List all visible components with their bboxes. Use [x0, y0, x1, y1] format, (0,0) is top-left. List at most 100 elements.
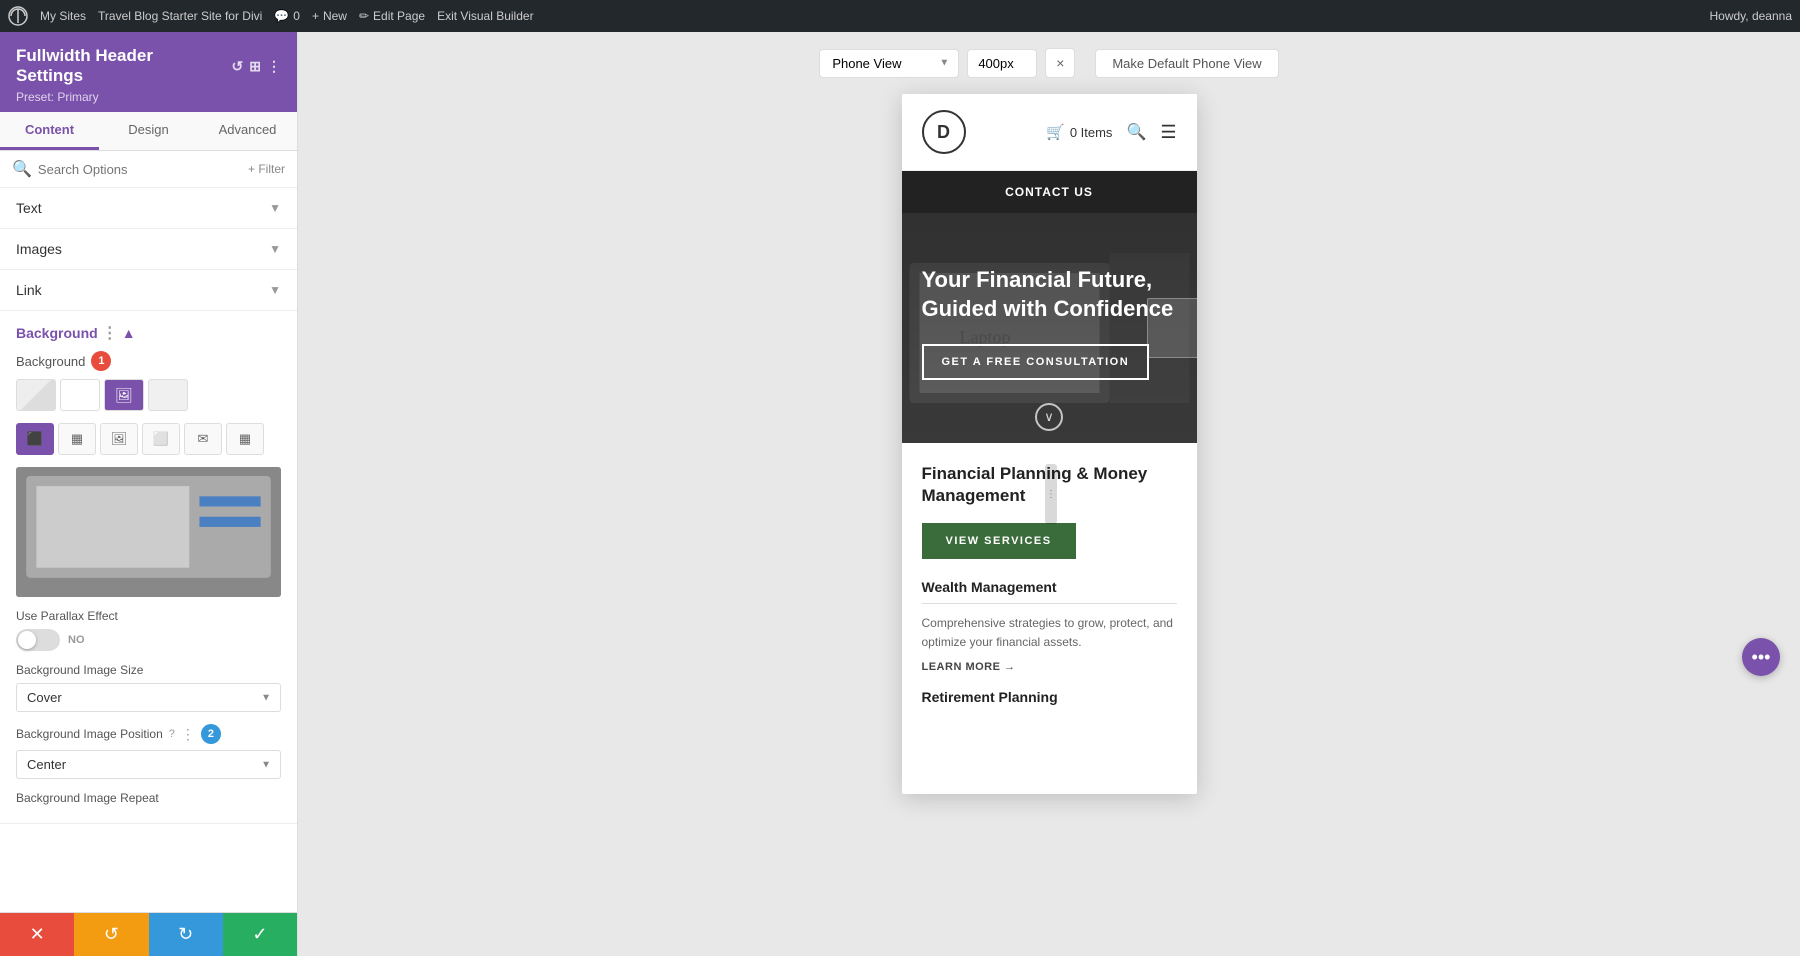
- comment-count[interactable]: 💬0: [274, 9, 300, 23]
- grid-icon[interactable]: ⊞: [249, 58, 261, 75]
- link-section-header[interactable]: Link ▼: [0, 270, 297, 310]
- link-section: Link ▼: [0, 270, 297, 311]
- scroll-down-button[interactable]: ∨: [1035, 403, 1063, 431]
- chevron-down-icon: ▼: [269, 201, 281, 215]
- view-toolbar: Phone View ▼ × Make Default Phone View: [314, 48, 1784, 78]
- parallax-value: NO: [68, 634, 85, 646]
- exit-builder-link[interactable]: Exit Visual Builder: [437, 9, 534, 23]
- bg-size-select[interactable]: Cover: [16, 683, 281, 712]
- background-label-row: Background 1: [0, 351, 297, 371]
- dots-icon: •••: [1752, 647, 1771, 668]
- active-swatch[interactable]: 🖼: [104, 379, 144, 411]
- hero-overlay-element: [1147, 298, 1197, 358]
- resize-handle-right[interactable]: ⋮: [1045, 464, 1057, 524]
- bg-type-mask[interactable]: ✉: [184, 423, 222, 455]
- field-more-icon[interactable]: ⋮: [181, 726, 195, 743]
- chevron-down-icon: ▼: [269, 283, 281, 297]
- close-view-button[interactable]: ×: [1045, 48, 1075, 78]
- bg-size-field: Background Image Size Cover: [0, 663, 297, 724]
- service-item-title: Wealth Management: [922, 579, 1177, 595]
- bg-repeat-label: Background Image Repeat: [16, 791, 281, 805]
- redo-button[interactable]: ↻: [149, 913, 223, 956]
- new-post-link[interactable]: +New: [312, 9, 347, 23]
- search-icon: 🔍: [12, 159, 32, 179]
- blog-name-link[interactable]: Travel Blog Starter Site for Divi: [98, 9, 262, 23]
- tab-design[interactable]: Design: [99, 112, 198, 150]
- color-swatches: 🖼: [0, 379, 297, 423]
- cart-area[interactable]: 🛒 0 Items: [1046, 123, 1112, 141]
- solid-swatch[interactable]: [60, 379, 100, 411]
- contact-bar: CONTACT US: [902, 171, 1197, 213]
- preset-label[interactable]: Preset: Primary: [16, 90, 281, 104]
- background-more-icon[interactable]: ⋮: [102, 323, 118, 343]
- nav-right: 🛒 0 Items 🔍 ☰: [1046, 122, 1176, 143]
- video-swatch[interactable]: [148, 379, 188, 411]
- bg-type-row: ⬛ ▦ 🖼 ⬜ ✉ ▦: [0, 423, 297, 467]
- contact-us-button[interactable]: CONTACT US: [916, 185, 1183, 199]
- help-icon[interactable]: ?: [169, 728, 175, 740]
- service-item-title: Retirement Planning: [922, 689, 1177, 705]
- view-mode-select[interactable]: Phone View: [819, 49, 959, 78]
- search-icon[interactable]: 🔍: [1126, 122, 1146, 142]
- bg-type-hover[interactable]: ⬜: [142, 423, 180, 455]
- settings-tabs: Content Design Advanced: [0, 112, 297, 151]
- phone-nav: D 🛒 0 Items 🔍 ☰: [902, 94, 1197, 171]
- cancel-button[interactable]: ✕: [0, 913, 74, 956]
- handle-dots-icon: ⋮: [1046, 489, 1056, 500]
- my-sites-link[interactable]: My Sites: [40, 9, 86, 23]
- content-area: Phone View ▼ × Make Default Phone View ⋮…: [298, 32, 1800, 956]
- save-button[interactable]: ✓: [223, 913, 297, 956]
- tab-content[interactable]: Content: [0, 112, 99, 150]
- bg-type-video[interactable]: ▦: [226, 423, 264, 455]
- phone-preview: D 🛒 0 Items 🔍 ☰ CONTACT US: [902, 94, 1197, 794]
- parallax-label: Use Parallax Effect: [16, 609, 281, 623]
- main-wrapper: Fullwidth Header Settings ↺ ⊞ ⋮ Preset: …: [0, 0, 1800, 956]
- bg-type-color[interactable]: ⬛: [16, 423, 54, 455]
- bg-type-image[interactable]: 🖼: [100, 423, 138, 455]
- filter-button[interactable]: + Filter: [248, 162, 285, 176]
- chevron-up-icon[interactable]: ▲: [122, 325, 136, 341]
- wp-logo[interactable]: [8, 6, 28, 26]
- sidebar-title: Fullwidth Header Settings ↺ ⊞ ⋮: [16, 46, 281, 86]
- text-section-header[interactable]: Text ▼: [0, 188, 297, 228]
- more-icon[interactable]: ⋮: [267, 58, 281, 75]
- bottom-action-bar: ✕ ↺ ↻ ✓: [0, 912, 297, 956]
- sidebar-header: Fullwidth Header Settings ↺ ⊞ ⋮ Preset: …: [0, 32, 297, 112]
- cart-icon: 🛒: [1046, 123, 1065, 141]
- sidebar-title-icons: ↺ ⊞ ⋮: [232, 58, 281, 75]
- checkmark-icon: 🖼: [115, 387, 133, 404]
- floating-menu-button[interactable]: •••: [1742, 638, 1780, 676]
- sync-icon[interactable]: ↺: [232, 58, 244, 75]
- bg-position-select[interactable]: Center: [16, 750, 281, 779]
- bg-image-preview[interactable]: [16, 467, 281, 597]
- search-bar: 🔍 + Filter: [0, 151, 297, 188]
- background-section: Background ⋮ ▲ Background 1 🖼: [0, 311, 297, 824]
- hero-section: Your Financial Future, Guided with Confi…: [902, 213, 1197, 443]
- text-section: Text ▼: [0, 188, 297, 229]
- bg-position-select-wrapper: Center: [16, 750, 281, 779]
- bg-type-gradient[interactable]: ▦: [58, 423, 96, 455]
- parallax-toggle[interactable]: [16, 629, 60, 651]
- hamburger-icon[interactable]: ☰: [1160, 122, 1176, 143]
- chevron-down-icon: ▼: [269, 242, 281, 256]
- bg-position-field: Background Image Position ? ⋮ 2 Center: [0, 724, 297, 791]
- learn-more-link[interactable]: LEARN MORE →: [922, 661, 1177, 673]
- search-input[interactable]: [38, 162, 242, 177]
- edit-page-link[interactable]: ✏Edit Page: [359, 9, 425, 23]
- undo-button[interactable]: ↺: [74, 913, 148, 956]
- view-select-wrapper: Phone View ▼: [819, 49, 959, 78]
- view-services-button[interactable]: VIEW SERVICES: [922, 523, 1076, 559]
- images-section-header[interactable]: Images ▼: [0, 229, 297, 269]
- tab-advanced[interactable]: Advanced: [198, 112, 297, 150]
- parallax-toggle-row: NO: [16, 629, 281, 651]
- bg-size-label: Background Image Size: [16, 663, 281, 677]
- toggle-knob: [18, 631, 36, 649]
- bg-position-label-row: Background Image Position ? ⋮ 2: [16, 724, 281, 744]
- make-default-view-button[interactable]: Make Default Phone View: [1095, 49, 1278, 78]
- hero-cta-button[interactable]: GET A FREE CONSULTATION: [922, 344, 1150, 380]
- gradient-swatch[interactable]: [16, 379, 56, 411]
- images-section: Images ▼: [0, 229, 297, 270]
- background-section-header: Background ⋮ ▲: [0, 311, 297, 351]
- px-width-input[interactable]: [967, 49, 1037, 78]
- hero-title: Your Financial Future, Guided with Confi…: [922, 266, 1177, 323]
